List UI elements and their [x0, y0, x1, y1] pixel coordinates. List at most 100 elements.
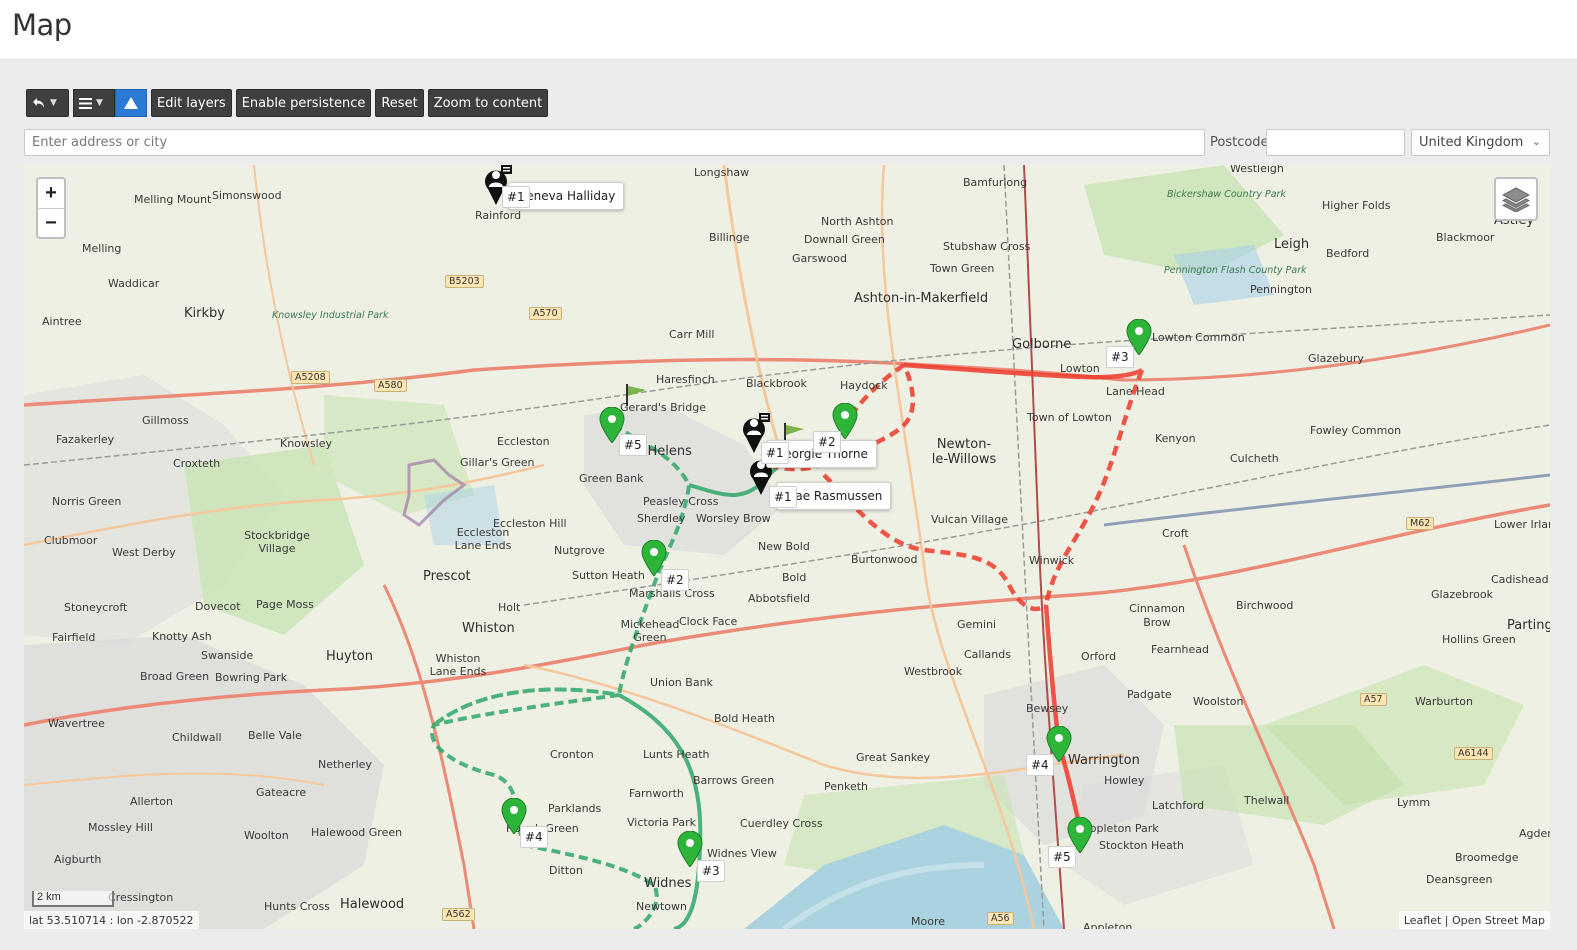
place-label: Union Bank — [650, 676, 713, 689]
zoom-in-button[interactable]: + — [38, 179, 64, 208]
layers-control[interactable] — [1494, 177, 1538, 221]
place-label: Whiston Lane Ends — [429, 652, 487, 678]
place-label: Newton-le-Willows — [931, 437, 997, 467]
place-label: Padgate — [1127, 688, 1172, 701]
draw-polygon-button[interactable] — [115, 89, 147, 117]
place-label: Bold — [782, 571, 807, 584]
road-label: A5208 — [291, 371, 330, 384]
marker-number-badge[interactable]: #3 — [1106, 346, 1134, 368]
place-label: Bold Heath — [714, 712, 775, 725]
place-label: Higher Folds — [1322, 199, 1391, 212]
place-label: Fowley Common — [1310, 424, 1402, 437]
zoom-control: + − — [36, 177, 66, 239]
place-label: Belle Vale — [248, 729, 302, 742]
place-label: Swanside — [201, 649, 254, 662]
place-label: Widnes — [644, 876, 692, 891]
layer-tools-group: ▼ — [73, 89, 147, 117]
road-label: A580 — [374, 379, 407, 392]
marker-number-badge[interactable]: #2 — [661, 569, 689, 591]
marker-number-badge[interactable]: #2 — [813, 431, 841, 453]
marker-number-badge[interactable]: #4 — [520, 826, 548, 848]
place-label: Wavertree — [48, 717, 105, 730]
marker-number-badge[interactable]: #5 — [1048, 846, 1076, 868]
place-label: Town of Lowton — [1027, 411, 1112, 424]
place-label: Bedford — [1326, 247, 1370, 260]
marker-number-badge[interactable]: #1 — [761, 442, 789, 464]
road-label: A562 — [442, 908, 475, 921]
place-label: Eccleston Lane Ends — [454, 526, 512, 552]
place-label: Gateacre — [256, 786, 307, 799]
place-label: Victoria Park — [627, 816, 697, 829]
undo-icon — [33, 98, 44, 108]
place-label: Huyton — [326, 649, 373, 664]
postcode-label: Postcode — [1210, 135, 1269, 150]
place-label: Stoneycroft — [64, 601, 128, 614]
road-label: A56 — [987, 912, 1014, 925]
menu-button[interactable]: ▼ — [73, 89, 115, 117]
map-scale: 2 km — [32, 891, 114, 907]
place-label: Thelwall — [1244, 794, 1290, 807]
place-label: Deansgreen — [1426, 873, 1493, 886]
road-label: A57 — [1360, 693, 1387, 706]
place-label: Great Sankey — [856, 751, 931, 764]
place-label: Downall Green — [804, 233, 885, 246]
place-label: Clock Face — [679, 615, 738, 628]
reset-button[interactable]: Reset — [375, 89, 424, 117]
place-label: Rainford — [475, 209, 522, 222]
place-label: Halewood — [340, 897, 405, 912]
place-label: Ashton-in-Makerfield — [854, 291, 989, 306]
map-view[interactable]: Longshaw Westleigh Bamfurlong Melling Mo… — [24, 165, 1550, 929]
place-label: Garswood — [792, 252, 847, 265]
place-label: Green Bank — [579, 472, 644, 485]
edit-layers-button[interactable]: Edit layers — [151, 89, 232, 117]
marker-number-badge[interactable]: #3 — [697, 860, 725, 882]
place-label: Golborne — [1012, 337, 1072, 352]
place-label: Pennington — [1250, 283, 1312, 296]
place-label: Waddicar — [108, 277, 160, 290]
place-label: Bowring Park — [215, 671, 288, 684]
place-label: Whiston — [462, 621, 515, 636]
marker-number-badge[interactable]: #4 — [1026, 754, 1054, 776]
place-label: Lunts Heath — [643, 748, 710, 761]
place-label: Lowton — [1060, 362, 1100, 375]
marker-number-badge[interactable]: #1 — [502, 186, 530, 208]
place-label: Gillar's Green — [460, 456, 535, 469]
place-label: Blackmoor — [1436, 231, 1495, 244]
place-label: West Derby — [112, 546, 176, 559]
place-label: Bamfurlong — [963, 176, 1028, 189]
place-label: Page Moss — [256, 598, 314, 611]
place-label: Penketh — [824, 780, 869, 793]
road-label: A6144 — [1454, 747, 1493, 760]
place-label: Kenyon — [1155, 432, 1196, 445]
marker-number-badge[interactable]: #1 — [769, 486, 797, 508]
marker-number-badge[interactable]: #5 — [619, 434, 647, 456]
postcode-input[interactable] — [1266, 129, 1405, 156]
place-label: Holt — [498, 601, 521, 614]
place-label: Agden — [1519, 827, 1550, 840]
place-label: Blackbrook — [746, 377, 807, 390]
zoom-to-content-button[interactable]: Zoom to content — [427, 89, 549, 117]
place-label: Dovecot — [195, 600, 241, 613]
place-label: Woolston — [1193, 695, 1244, 708]
place-label: Latchford — [1152, 799, 1205, 812]
place-label: Pennington Flash County Park — [1164, 265, 1307, 276]
country-selected-value: United Kingdom — [1419, 135, 1524, 150]
road-label: A570 — [529, 307, 562, 320]
place-label: Fairfield — [52, 631, 96, 644]
map-attribution[interactable]: Leaflet | Open Street Map — [1398, 911, 1550, 929]
place-label: Warrington — [1068, 753, 1140, 768]
place-label: Worsley Brow — [696, 512, 771, 525]
place-label: Mossley Hill — [88, 821, 153, 834]
place-label: Clubmoor — [44, 534, 98, 547]
place-label: Barrows Green — [693, 774, 775, 787]
undo-button[interactable]: ▼ — [26, 89, 69, 117]
enable-persistence-button[interactable]: Enable persistence — [235, 89, 372, 117]
zoom-out-button[interactable]: − — [38, 208, 64, 237]
country-select[interactable]: United Kingdom ⌄ — [1411, 129, 1550, 156]
flag-icon — [626, 384, 646, 406]
place-label: Glazebury — [1308, 352, 1364, 365]
place-label: Billinge — [709, 231, 750, 244]
chevron-down-icon: ▼ — [96, 98, 103, 108]
coordinates-readout: lat 53.510714 : lon -2.870522 — [24, 911, 199, 929]
address-input[interactable] — [24, 129, 1205, 156]
